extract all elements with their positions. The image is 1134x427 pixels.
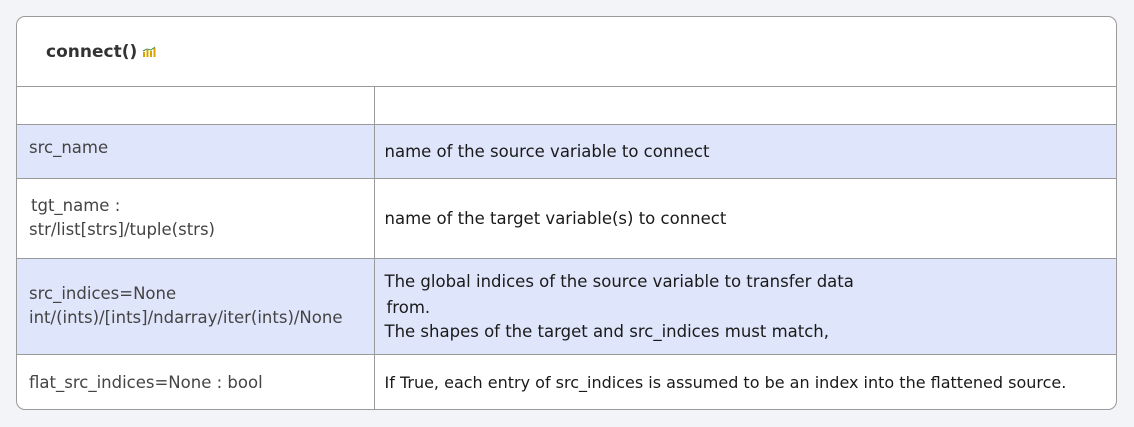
param-desc-cell [374, 87, 1116, 125]
param-desc-cell: name of the target variable(s) to connec… [374, 178, 1116, 259]
chart-icon[interactable] [142, 46, 156, 58]
desc-line: from. [386, 298, 431, 317]
table-row [17, 87, 1116, 125]
connect-card: connect() src_name name of the source va… [16, 16, 1117, 410]
table-row: src_indices=None int/(ints)/[ints]/ndarr… [17, 258, 1116, 355]
desc-line: The global indices of the source variabl… [384, 272, 854, 291]
param-name-cell [17, 87, 375, 125]
param-desc-cell: name of the source variable to connect [374, 124, 1116, 179]
param-name: src_name [29, 138, 109, 157]
param-name: src_indices=None [29, 284, 177, 303]
card-title: connect() [46, 41, 138, 62]
param-name-cell: flat_src_indices=None : bool [17, 354, 375, 409]
table-row: tgt_name : str/list[strs]/tuple(strs) na… [17, 178, 1116, 259]
table-row: flat_src_indices=None : bool If True, ea… [17, 354, 1116, 409]
card-header: connect() [17, 17, 1116, 87]
param-desc-cell: If True, each entry of src_indices is as… [384, 372, 1067, 392]
param-name-cell: src_indices=None int/(ints)/[ints]/ndarr… [17, 258, 375, 355]
params-table: src_name name of the source variable to … [17, 87, 1116, 409]
param-name: tgt_name : [31, 196, 121, 215]
param-name-cell: tgt_name : str/list[strs]/tuple(strs) [17, 178, 375, 259]
table-row: src_name name of the source variable to … [17, 124, 1116, 179]
param-name-cell: src_name [17, 124, 375, 179]
param-type: str/list[strs]/tuple(strs) [29, 220, 215, 239]
desc-line: The shapes of the target and src_indices… [384, 322, 830, 341]
param-type: int/(ints)/[ints]/ndarray/iter(ints)/Non… [29, 308, 343, 327]
param-desc-cell: The global indices of the source variabl… [374, 258, 1116, 355]
